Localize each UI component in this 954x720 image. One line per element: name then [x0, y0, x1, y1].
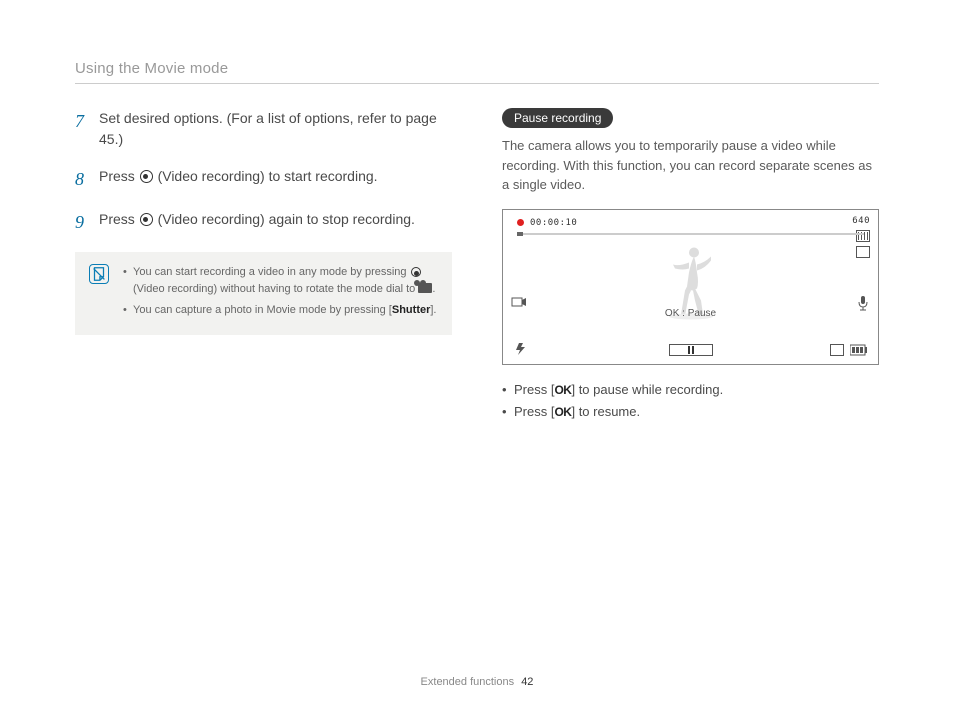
resolution-text: 640 — [852, 216, 870, 226]
intro-text: The camera allows you to temporarily pau… — [502, 136, 879, 195]
screen-right-icons: 640 — [852, 216, 870, 258]
instruction-list: Press [OK] to pause while recording. Pre… — [502, 379, 879, 423]
pause-button-icon — [669, 344, 713, 356]
step-9: 9 Press (Video recording) again to stop … — [75, 209, 452, 236]
note-text: ]. — [430, 304, 436, 316]
screen-topbar: 00:00:10 — [509, 216, 872, 230]
text: ] to pause while recording. — [571, 382, 723, 397]
page-footer: Extended functions 42 — [0, 676, 954, 688]
battery-icon — [850, 344, 868, 356]
footer-section: Extended functions — [421, 676, 515, 688]
step-text: Press (Video recording) again to stop re… — [99, 209, 415, 236]
bottom-right-icons — [830, 344, 868, 356]
recording-dot-icon — [517, 219, 524, 226]
step-text-a: Press — [99, 211, 139, 227]
note-icon-wrap — [89, 264, 109, 323]
note-text: You can start recording a video in any m… — [133, 266, 410, 278]
step-8: 8 Press (Video recording) to start recor… — [75, 166, 452, 193]
quality-icon — [856, 230, 870, 242]
left-column: 7 Set desired options. (For a list of op… — [75, 108, 452, 423]
shutter-label: Shutter — [392, 304, 431, 316]
content-columns: 7 Set desired options. (For a list of op… — [75, 108, 879, 423]
note-item: You can start recording a video in any m… — [123, 264, 438, 298]
note-icon — [89, 264, 109, 284]
note-text: (Video recording) without having to rota… — [133, 283, 418, 295]
ok-label: OK — [554, 405, 571, 419]
ok-pause-label: OK : Pause — [665, 308, 716, 319]
page-number: 42 — [521, 676, 533, 688]
step-number: 8 — [75, 166, 89, 193]
instruction-item: Press [OK] to pause while recording. — [502, 379, 879, 401]
timer-text: 00:00:10 — [530, 218, 577, 228]
record-icon — [411, 267, 421, 277]
text: Press [ — [514, 382, 554, 397]
text: Press [ — [514, 404, 554, 419]
progress-bar — [517, 233, 864, 235]
record-icon — [140, 213, 153, 226]
right-column: Pause recording The camera allows you to… — [502, 108, 879, 423]
note-text: . — [432, 283, 435, 295]
step-number: 9 — [75, 209, 89, 236]
note-box: You can start recording a video in any m… — [75, 252, 452, 335]
ok-label: OK — [554, 383, 571, 397]
camera-screen-illustration: 00:00:10 640 — [502, 209, 879, 365]
flash-icon — [513, 342, 529, 356]
instruction-item: Press [OK] to resume. — [502, 401, 879, 423]
screen-bottombar — [513, 342, 868, 356]
camera-icon — [511, 295, 527, 314]
setting-icon — [856, 246, 870, 258]
note-item: You can capture a photo in Movie mode by… — [123, 302, 438, 319]
step-text-a: Press — [99, 168, 139, 184]
note-list: You can start recording a video in any m… — [123, 264, 438, 323]
pause-recording-pill: Pause recording — [502, 108, 613, 128]
microphone-icon — [856, 295, 870, 316]
step-text-b: (Video recording) to start recording. — [154, 168, 378, 184]
step-number: 7 — [75, 108, 89, 150]
step-text: Press (Video recording) to start recordi… — [99, 166, 378, 193]
storage-icon — [830, 344, 844, 356]
section-header: Using the Movie mode — [75, 60, 879, 77]
header-divider — [75, 83, 879, 84]
movie-mode-icon — [418, 283, 432, 293]
step-7: 7 Set desired options. (For a list of op… — [75, 108, 452, 150]
record-icon — [140, 170, 153, 183]
step-text: Set desired options. (For a list of opti… — [99, 108, 452, 150]
note-text: You can capture a photo in Movie mode by… — [133, 304, 392, 316]
text: ] to resume. — [571, 404, 640, 419]
step-text-b: (Video recording) again to stop recordin… — [154, 211, 415, 227]
